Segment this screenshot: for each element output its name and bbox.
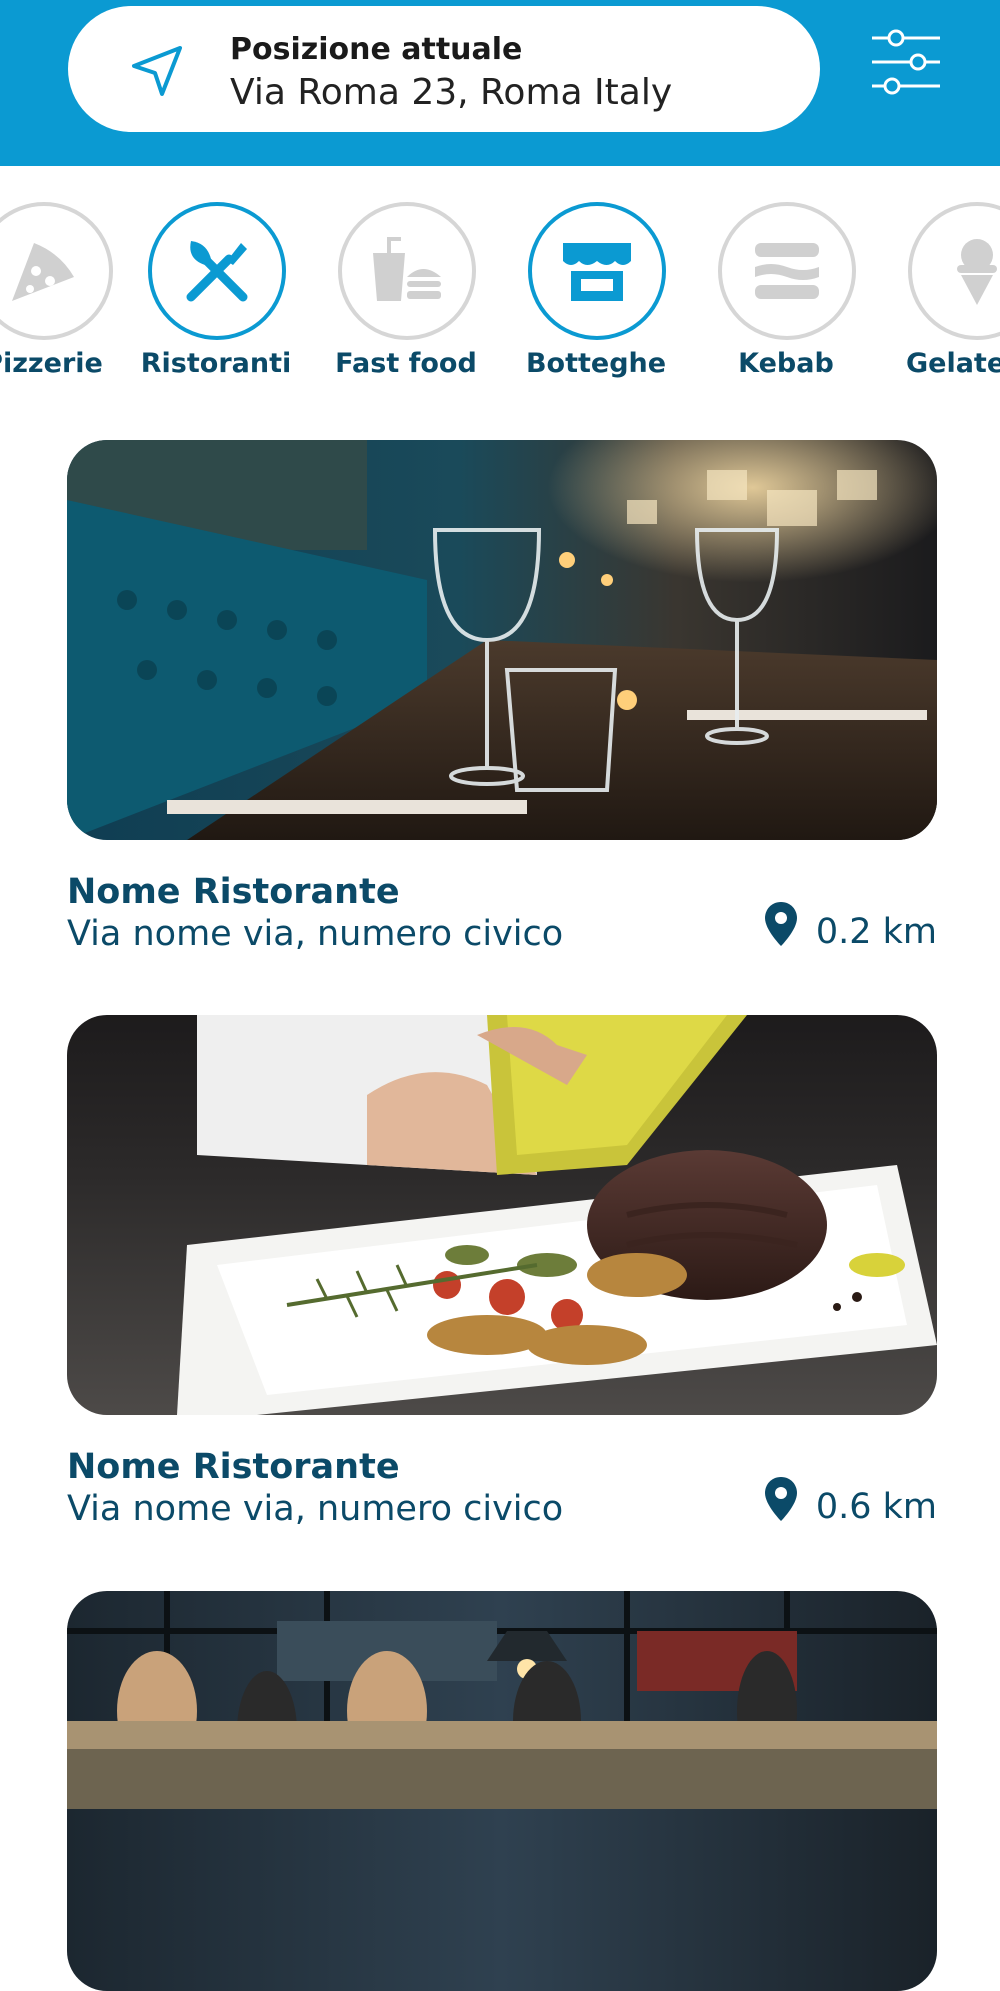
category-circle — [0, 202, 113, 340]
sliders-icon[interactable] — [868, 24, 944, 100]
kebab-icon — [755, 243, 819, 299]
category-label: Kebab — [738, 348, 834, 379]
category-label: Botteghe — [525, 348, 667, 379]
restaurant-distance: 0.2 km — [815, 912, 937, 952]
top-bar: Posizione attuale Via Roma 23, Roma Ital… — [0, 0, 1000, 166]
category-label: Ristoranti — [140, 348, 292, 379]
location-label: Posizione attuale — [230, 32, 523, 67]
category-label: Gelaterie — [905, 348, 1000, 379]
category-circle — [908, 202, 1000, 340]
location-address: Via Roma 23, Roma Italy — [230, 72, 673, 113]
restaurant-name: Nome Ristorante — [67, 872, 400, 912]
category-fast-food[interactable]: Fast food — [311, 202, 501, 392]
category-ristoranti[interactable]: Ristoranti — [121, 202, 311, 392]
fork-knife-icon — [186, 241, 248, 302]
fast-food-icon — [373, 237, 441, 301]
restaurant-photo — [67, 1591, 937, 1991]
restaurant-address: Via nome via, numero civico — [67, 914, 564, 954]
category-label: Fast food — [335, 348, 477, 379]
shop-icon — [563, 243, 631, 301]
restaurant-address: Via nome via, numero civico — [67, 1489, 564, 1529]
category-circle — [338, 202, 476, 340]
ice-cream-icon — [957, 239, 997, 305]
pizza-icon — [12, 243, 74, 301]
location-selector[interactable]: Posizione attuale Via Roma 23, Roma Ital… — [68, 6, 820, 132]
restaurant-photo — [67, 1015, 937, 1415]
map-pin-icon — [765, 1477, 797, 1521]
restaurant-name: Nome Ristorante — [67, 1447, 400, 1487]
category-gelaterie[interactable]: Gelaterie — [881, 202, 1000, 392]
restaurant-distance: 0.6 km — [815, 1487, 937, 1527]
map-pin-icon — [765, 902, 797, 946]
restaurant-photo — [67, 440, 937, 840]
category-carousel[interactable]: Pizzerie Ristoranti — [0, 166, 1000, 406]
navigation-arrow-icon — [132, 46, 182, 96]
category-circle — [148, 202, 286, 340]
category-circle — [718, 202, 856, 340]
category-circle — [528, 202, 666, 340]
category-botteghe[interactable]: Botteghe — [501, 202, 691, 392]
category-kebab[interactable]: Kebab — [691, 202, 881, 392]
